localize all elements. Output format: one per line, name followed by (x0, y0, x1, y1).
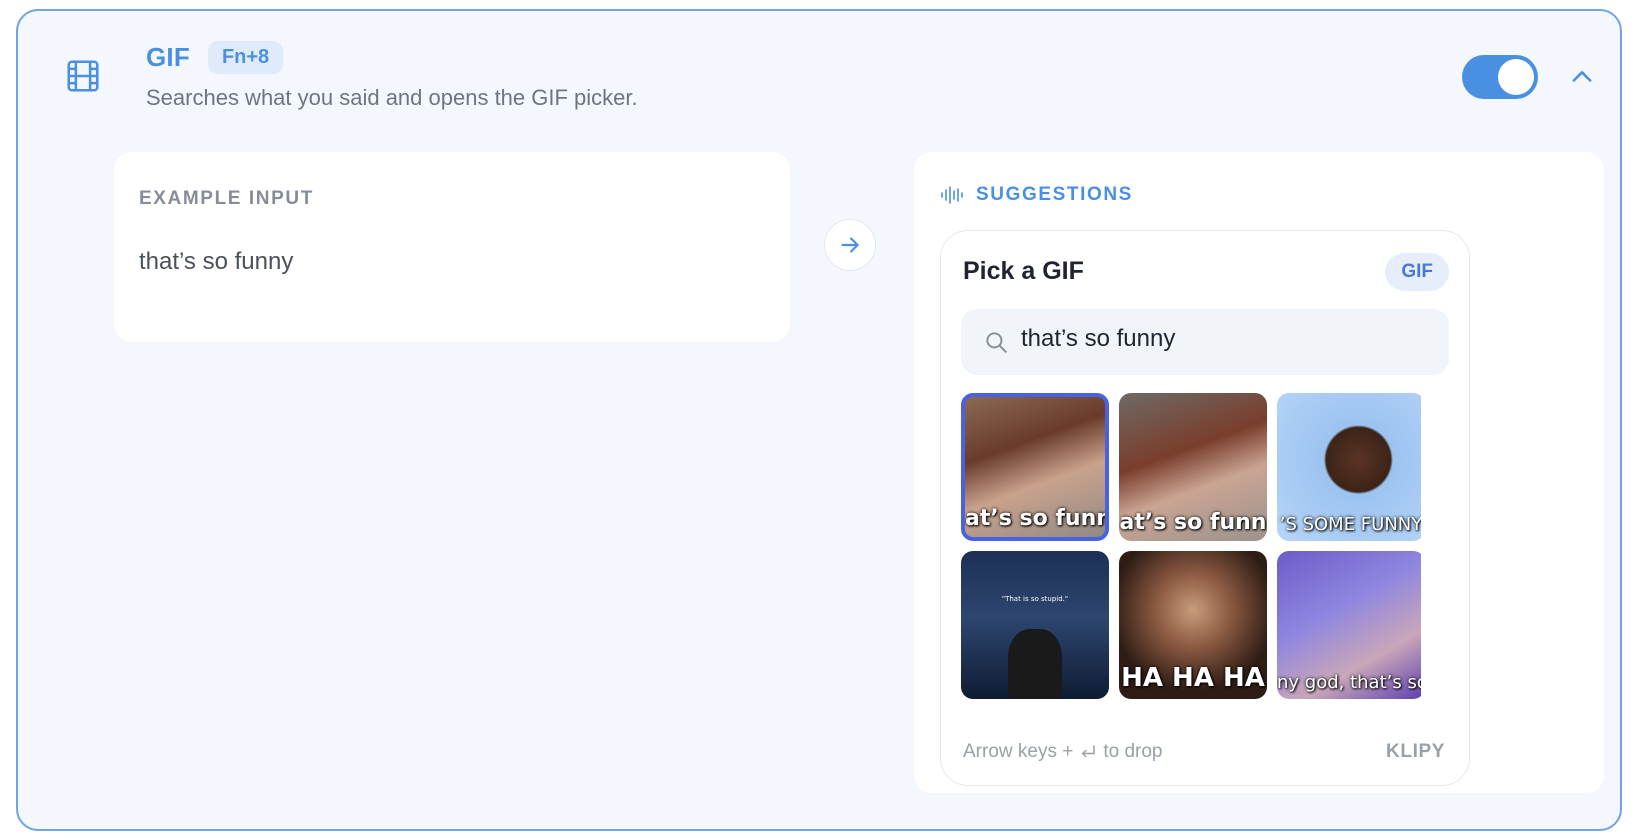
example-input-label: EXAMPLE INPUT (139, 188, 314, 209)
gif-feature-card: GIF Fn+8 Searches what you said and open… (16, 9, 1622, 831)
gif-search-input[interactable] (1021, 325, 1421, 353)
suggestions-panel: SUGGESTIONS Pick a GIF GIF at’s so funn (914, 152, 1604, 793)
search-icon (986, 332, 1007, 353)
feature-description: Searches what you said and opens the GIF… (146, 85, 638, 110)
gif-figure (1008, 629, 1062, 699)
gif-results-grid[interactable]: at’s so funn at’s so funn ’S SOME FUNNY … (961, 393, 1421, 705)
gif-result[interactable]: at’s so funn (961, 393, 1109, 541)
suggestions-header: SUGGESTIONS (940, 184, 1133, 206)
example-input-text: that’s so funny (139, 248, 294, 275)
keyboard-hint-prefix: Arrow keys + (963, 741, 1074, 762)
suggestions-label: SUGGESTIONS (976, 184, 1133, 205)
feature-toggle[interactable] (1462, 55, 1538, 99)
gif-result[interactable]: ’S SOME FUNNY (1277, 393, 1421, 541)
gif-caption: at’s so funn (965, 506, 1109, 531)
gif-search-box (961, 309, 1449, 375)
picker-footer: Arrow keys + to drop KLIPY (963, 741, 1445, 763)
film-icon (67, 60, 99, 92)
gif-result[interactable]: "That is so stupid." (961, 551, 1109, 699)
picker-title: Pick a GIF (963, 257, 1084, 285)
gif-caption: HA HA HA (1121, 663, 1265, 693)
gif-caption: ’S SOME FUNNY (1279, 514, 1421, 535)
keyboard-hint: Arrow keys + to drop (963, 741, 1163, 763)
shortcut-badge: Fn+8 (207, 41, 284, 74)
feature-title-row: GIF Fn+8 (146, 41, 284, 74)
keyboard-hint-suffix: to drop (1103, 741, 1163, 762)
provider-label: KLIPY (1386, 741, 1445, 762)
waveform-icon (941, 186, 963, 204)
gif-caption: ny god, that’s so (1277, 672, 1421, 693)
gif-result[interactable]: ny god, that’s so (1277, 551, 1421, 699)
gif-result[interactable]: at’s so funn (1119, 393, 1267, 541)
arrow-right-icon (824, 219, 876, 271)
feature-title: GIF (146, 42, 190, 72)
gif-caption: "That is so stupid." (1001, 595, 1069, 603)
gif-result[interactable]: HA HA HA (1119, 551, 1267, 699)
toggle-knob (1498, 59, 1534, 95)
gif-caption: at’s so funn (1119, 510, 1267, 535)
gif-picker: Pick a GIF GIF at’s so funn at’s so funn (940, 230, 1470, 786)
chevron-up-icon[interactable] (1568, 63, 1596, 91)
gif-type-badge[interactable]: GIF (1385, 253, 1449, 291)
return-key-icon (1082, 745, 1096, 758)
example-input-panel: EXAMPLE INPUT that’s so funny (114, 152, 790, 342)
